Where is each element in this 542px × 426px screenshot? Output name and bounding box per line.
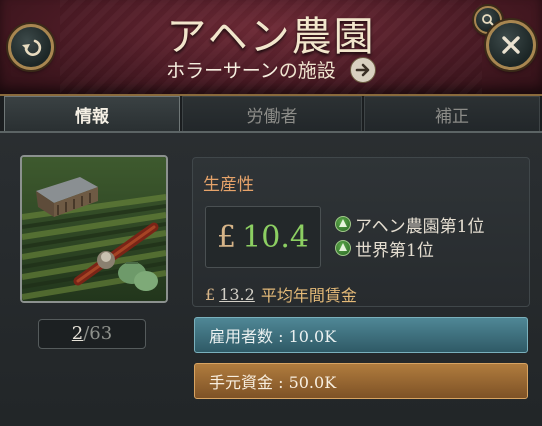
building-count: 2/63 [38, 319, 146, 349]
productivity-panel: 生産性 £ 10.4 アヘン農園第1位 世界第1位 £ 13.2 平均年間賃金 [192, 157, 530, 307]
tab-modifiers[interactable]: 補正 [364, 96, 540, 131]
subtitle-suffix: の施設 [278, 60, 336, 82]
rank-label: アヘン農園第1位 [355, 216, 485, 237]
currency-icon: £ [217, 219, 237, 255]
search-icon [482, 14, 495, 27]
cash-bar[interactable]: 手元資金 : 50.0K [194, 363, 528, 399]
productivity-value: 10.4 [242, 219, 309, 255]
header: アヘン農園 ホラーサーンの施設 [0, 0, 542, 96]
rank-label: 世界第1位 [355, 240, 434, 261]
page-title: アヘン農園 [166, 14, 376, 60]
count-total: /63 [83, 323, 113, 344]
tab-workers[interactable]: 労働者 [182, 96, 362, 131]
state-link[interactable]: ホラーサーン [166, 60, 279, 82]
building-illustration [20, 155, 168, 303]
productivity-value-box: £ 10.4 [205, 206, 321, 268]
rank-item: 世界第1位 [335, 236, 484, 261]
wage-value[interactable]: 13.2 [219, 285, 255, 304]
tab-info[interactable]: 情報 [4, 96, 180, 131]
productivity-label: 生産性 [203, 175, 254, 195]
right-arrow-icon [355, 63, 370, 76]
subtitle: ホラーサーンの施設 [0, 56, 542, 83]
wage-currency-icon: £ [205, 284, 216, 304]
employees-bar[interactable]: 雇用者数 : 10.0K [194, 317, 528, 353]
wage-label: 平均年間賃金 [260, 286, 357, 305]
rank-item: アヘン農園第1位 [335, 212, 485, 237]
info-panel: 2/63 生産性 £ 10.4 アヘン農園第1位 世界第1位 £ 13.2 平均… [0, 133, 542, 426]
rank-up-icon [335, 216, 351, 232]
count-current[interactable]: 2 [72, 323, 83, 344]
tab-bar: 情報 労働者 補正 [0, 96, 542, 132]
rank-list: アヘン農園第1位 世界第1位 [335, 212, 485, 261]
wage-row: £ 13.2 平均年間賃金 [205, 282, 357, 306]
rank-up-icon [335, 240, 351, 256]
goto-state-button[interactable] [349, 56, 376, 83]
close-icon [502, 36, 520, 54]
